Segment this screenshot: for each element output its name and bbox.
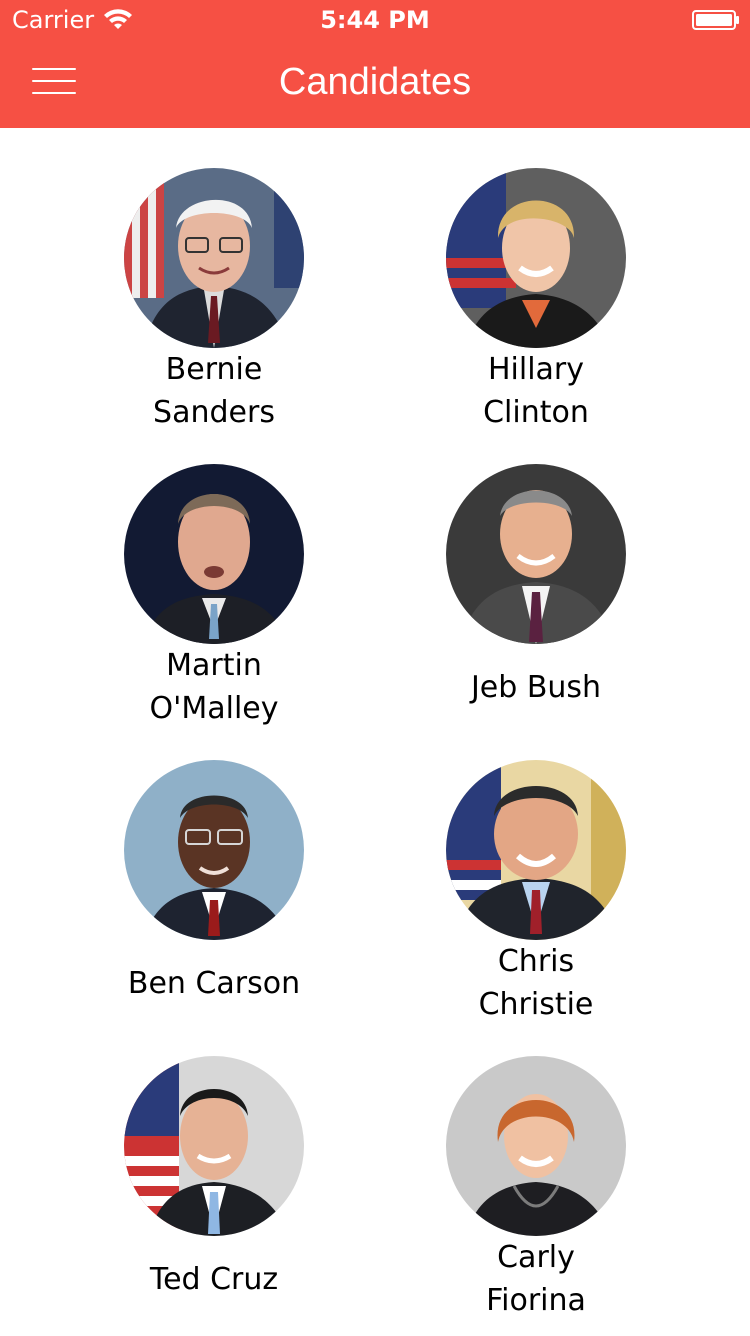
candidate-card-ben-carson[interactable]: Ben Carson: [64, 760, 364, 1040]
candidate-last-name: Fiorina: [486, 1283, 586, 1318]
candidate-card-hillary-clinton[interactable]: Hillary Clinton: [386, 168, 686, 448]
candidate-card-jeb-bush[interactable]: Jeb Bush: [386, 464, 686, 744]
candidate-first-name: Hillary: [487, 352, 585, 387]
candidate-photo: [446, 168, 626, 348]
candidate-card-chris-christie[interactable]: Chris Christie: [386, 760, 686, 1040]
candidate-last-name: Christie: [478, 987, 594, 1022]
candidate-last-name: Clinton: [483, 395, 589, 430]
status-bar: Carrier 5:44 PM: [0, 0, 750, 40]
candidate-first-name: Ted Cruz: [149, 1262, 279, 1297]
candidate-card-martin-omalley[interactable]: Martin O'Malley: [64, 464, 364, 744]
candidate-photo: [124, 168, 304, 348]
candidate-last-name: O'Malley: [149, 691, 279, 726]
battery-icon: [692, 10, 739, 30]
candidate-first-name: Martin: [166, 648, 262, 683]
candidate-card-carly-fiorina[interactable]: Carly Fiorina: [386, 1056, 686, 1336]
candidate-card-bernie-sanders[interactable]: Bernie Sanders: [64, 168, 364, 448]
candidate-photo: [124, 464, 304, 644]
candidate-first-name: Ben Carson: [127, 966, 301, 1001]
candidate-photo: [124, 760, 304, 940]
candidate-first-name: Carly: [497, 1240, 575, 1275]
candidate-photo: [446, 1056, 626, 1236]
page-title: Candidates: [278, 61, 472, 103]
candidate-card-ted-cruz[interactable]: Ted Cruz: [64, 1056, 364, 1336]
candidate-photo: [446, 464, 626, 644]
status-time: 5:44 PM: [320, 6, 430, 34]
candidate-photo: [124, 1056, 304, 1236]
nav-header: Carrier 5:44 PM Candidates: [0, 0, 750, 128]
candidate-last-name: Sanders: [153, 395, 275, 430]
candidate-photo: [446, 760, 626, 940]
candidate-first-name: Jeb Bush: [470, 670, 602, 705]
candidate-first-name: Chris: [497, 944, 575, 979]
candidate-first-name: Bernie: [165, 352, 263, 387]
